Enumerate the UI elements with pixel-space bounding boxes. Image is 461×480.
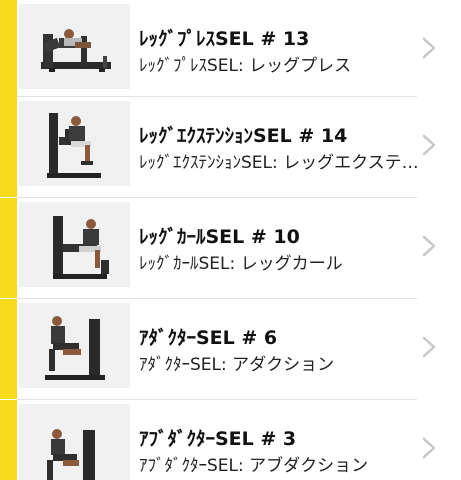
item-subtitle: ｱﾀﾞｸﾀｰSEL: アダクション [139,355,335,375]
item-subtitle: ｱﾌﾞﾀﾞｸﾀｰSEL: アブダクション [139,456,369,476]
item-subtitle: ﾚｯｸﾞｴｸｽﾃﾝｼｮﾝSEL: レッグエクステンション [139,153,421,173]
row-accent-bar [0,400,17,480]
chevron-right-icon [422,37,436,59]
list-item-abductor[interactable]: ｱﾌﾞﾀﾞｸﾀｰSEL # 3 ｱﾌﾞﾀﾞｸﾀｰSEL: アブダクション [0,400,461,480]
chevron-right-icon [422,437,436,459]
row-accent-bar [0,198,17,298]
list-item-leg-curl[interactable]: ﾚｯｸﾞｶｰﾙSEL # 10 ﾚｯｸﾞｶｰﾙSEL: レッグカール [0,198,461,298]
chevron-right-icon [422,336,436,358]
thumbnail-image [19,4,130,89]
item-subtitle: ﾚｯｸﾞﾌﾟﾚｽSEL: レッグプレス [139,56,352,76]
thumbnail-image [19,303,130,388]
item-title: ﾚｯｸﾞﾌﾟﾚｽSEL # 13 [139,28,310,50]
abductor-machine-icon [19,404,130,480]
chevron-right-icon [422,235,436,257]
row-accent-bar [0,97,17,197]
list-item-adductor[interactable]: ｱﾀﾞｸﾀｰSEL # 6 ｱﾀﾞｸﾀｰSEL: アダクション [0,299,461,399]
thumbnail-image [19,404,130,480]
thumbnail-image [19,101,130,186]
row-accent-bar [0,299,17,399]
leg-extension-machine-icon [19,101,130,186]
chevron-right-icon [422,134,436,156]
leg-curl-machine-icon [19,202,130,287]
item-title: ｱﾌﾞﾀﾞｸﾀｰSEL # 3 [139,428,297,450]
machine-list: ﾚｯｸﾞﾌﾟﾚｽSEL # 13 ﾚｯｸﾞﾌﾟﾚｽSEL: レッグプレス ﾚｯｸ… [0,0,461,480]
adductor-machine-icon [19,303,130,388]
row-accent-bar [0,0,17,100]
item-title: ﾚｯｸﾞｴｸｽﾃﾝｼｮﾝSEL # 14 [139,125,348,147]
item-subtitle: ﾚｯｸﾞｶｰﾙSEL: レッグカール [139,254,343,274]
list-item-leg-extension[interactable]: ﾚｯｸﾞｴｸｽﾃﾝｼｮﾝSEL # 14 ﾚｯｸﾞｴｸｽﾃﾝｼｮﾝSEL: レッ… [0,97,461,197]
item-title: ﾚｯｸﾞｶｰﾙSEL # 10 [139,226,300,248]
item-title: ｱﾀﾞｸﾀｰSEL # 6 [139,327,278,349]
thumbnail-image [19,202,130,287]
leg-press-machine-icon [19,4,130,89]
list-item-leg-press[interactable]: ﾚｯｸﾞﾌﾟﾚｽSEL # 13 ﾚｯｸﾞﾌﾟﾚｽSEL: レッグプレス [0,0,461,100]
